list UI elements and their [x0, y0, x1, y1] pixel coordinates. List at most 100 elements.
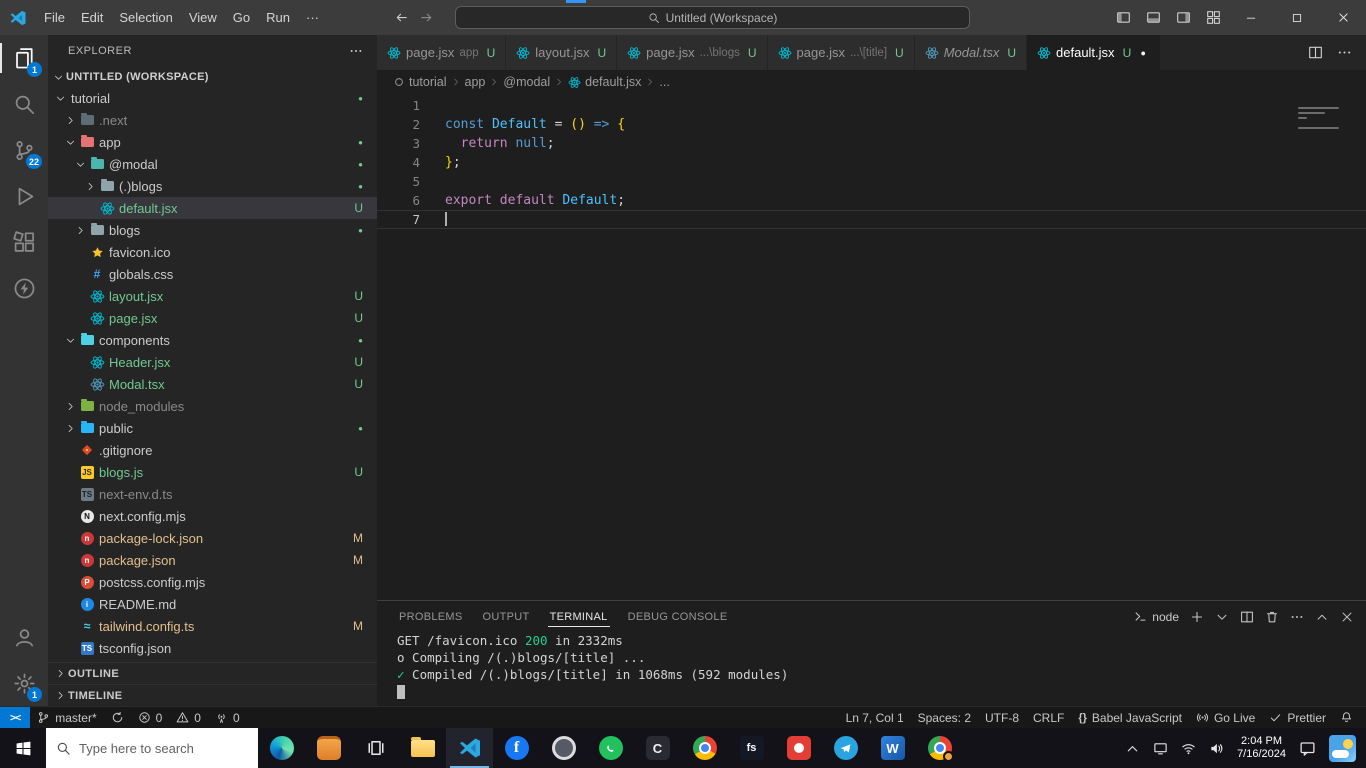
tree-item-tutorial[interactable]: tutorial ●: [48, 87, 377, 109]
status-cursor-position[interactable]: Ln 7, Col 1: [839, 707, 911, 728]
toggle-secondary-sidebar-icon[interactable]: [1168, 0, 1198, 35]
taskbar-app-word[interactable]: W: [869, 728, 916, 768]
status-go-live[interactable]: Go Live: [1189, 707, 1262, 728]
toggle-panel-icon[interactable]: [1138, 0, 1168, 35]
taskbar-app-task-view[interactable]: [352, 728, 399, 768]
activity-extensions-icon[interactable]: [0, 219, 48, 265]
tab-page-jsx-app[interactable]: page.jsx app U: [377, 35, 507, 70]
taskbar-app-vscode[interactable]: [446, 728, 493, 768]
tray-monitor-icon[interactable]: [1153, 741, 1168, 756]
terminal-dropdown-icon[interactable]: [1215, 610, 1229, 624]
tree-item-next-env-d-ts[interactable]: TS next-env.d.ts: [48, 483, 377, 505]
status-git-branch[interactable]: master*: [30, 707, 103, 728]
menu-file[interactable]: File: [36, 7, 73, 28]
terminal-output[interactable]: GET /favicon.ico 200 in 2332ms o Compilin…: [377, 632, 1366, 706]
taskbar-app-file-explorer[interactable]: [399, 728, 446, 768]
breadcrumb-item-tutorial[interactable]: tutorial: [409, 75, 447, 89]
tree-item-tsconfig-json[interactable]: TS tsconfig.json: [48, 637, 377, 659]
tray-chevron-up-icon[interactable]: [1125, 741, 1140, 756]
taskbar-app-edge[interactable]: [258, 728, 305, 768]
activity-search-icon[interactable]: [0, 81, 48, 127]
tree-item-page-jsx[interactable]: page.jsx U: [48, 307, 377, 329]
menu-edit[interactable]: Edit: [73, 7, 111, 28]
breadcrumb-item-modal[interactable]: @modal: [503, 75, 550, 89]
panel-more-actions-icon[interactable]: [1290, 610, 1304, 624]
activity-thunder-client-icon[interactable]: [0, 265, 48, 311]
menu-go[interactable]: Go: [225, 7, 258, 28]
tab-page-jsx-blogs[interactable]: page.jsx ...\blogs U: [617, 35, 768, 70]
status-ports[interactable]: 0: [208, 707, 247, 728]
taskbar-clock[interactable]: 2:04 PM 7/16/2024: [1237, 735, 1286, 761]
workspace-section-header[interactable]: UNTITLED (WORKSPACE): [48, 67, 377, 87]
more-actions-icon[interactable]: [349, 44, 363, 58]
code-line-6[interactable]: 6 export default Default;: [377, 191, 1366, 210]
activity-source-control-icon[interactable]: 22: [0, 127, 48, 173]
taskbar-app-browser[interactable]: [540, 728, 587, 768]
tab-page-jsx-title[interactable]: page.jsx ...\[title] U: [767, 35, 915, 70]
tree-item-components[interactable]: components ●: [48, 329, 377, 351]
tree-item-modal[interactable]: @modal ●: [48, 153, 377, 175]
tree-item-gitignore[interactable]: .gitignore: [48, 439, 377, 461]
code-line-2[interactable]: 2 const Default = () => {: [377, 115, 1366, 134]
breadcrumb-item-default-jsx[interactable]: default.jsx: [568, 75, 641, 89]
code-line-5[interactable]: 5: [377, 172, 1366, 191]
minimap[interactable]: [1298, 102, 1354, 134]
status-notifications[interactable]: [1333, 707, 1360, 728]
customize-layout-icon[interactable]: [1198, 0, 1228, 35]
tree-item-blogs[interactable]: blogs ●: [48, 219, 377, 241]
breadcrumb-item-app[interactable]: app: [465, 75, 486, 89]
forward-icon[interactable]: [419, 10, 434, 25]
taskbar-app-whatsapp[interactable]: [587, 728, 634, 768]
tree-item-header-jsx[interactable]: Header.jsx U: [48, 351, 377, 373]
tree-item-readme-md[interactable]: i README.md: [48, 593, 377, 615]
tab-modal-tsx[interactable]: Modal.tsx U: [914, 35, 1028, 70]
tab-default-jsx[interactable]: default.jsx U ●: [1027, 35, 1162, 70]
split-terminal-icon[interactable]: [1240, 610, 1254, 624]
tree-item-package-lock-json[interactable]: n package-lock.json M: [48, 527, 377, 549]
code-line-4[interactable]: 4};: [377, 153, 1366, 172]
activity-settings-icon[interactable]: 1: [0, 660, 48, 706]
start-button-icon[interactable]: [0, 728, 46, 768]
tree-item-favicon-ico[interactable]: favicon.ico: [48, 241, 377, 263]
tray-volume-icon[interactable]: [1209, 741, 1224, 756]
outline-section[interactable]: OUTLINE: [48, 662, 377, 684]
back-icon[interactable]: [394, 10, 409, 25]
taskbar-search-input[interactable]: Type here to search: [46, 728, 258, 768]
breadcrumb-item-ellipsis[interactable]: ...: [659, 75, 669, 89]
toggle-primary-sidebar-icon[interactable]: [1108, 0, 1138, 35]
tree-item-blogs[interactable]: (.)blogs ●: [48, 175, 377, 197]
weather-widget-icon[interactable]: [1329, 734, 1356, 762]
activity-run-and-debug-icon[interactable]: [0, 173, 48, 219]
notification-center-icon[interactable]: [1299, 740, 1316, 757]
tree-item-next-config-mjs[interactable]: Nnext.config.mjs: [48, 505, 377, 527]
status-errors[interactable]: 0: [131, 707, 170, 728]
tree-item-blogs-js[interactable]: JS blogs.js U: [48, 461, 377, 483]
panel-tab-output[interactable]: OUTPUT: [473, 601, 540, 632]
close-button[interactable]: [1320, 0, 1366, 35]
status-eol[interactable]: CRLF: [1026, 707, 1071, 728]
status-language-mode[interactable]: {} Babel JavaScript: [1071, 707, 1189, 728]
new-terminal-icon[interactable]: [1190, 610, 1204, 624]
taskbar-app-fs[interactable]: fs: [728, 728, 775, 768]
minimize-button[interactable]: [1228, 0, 1274, 35]
status-remote-indicator[interactable]: ><: [0, 707, 31, 728]
code-line-1[interactable]: 1: [377, 96, 1366, 115]
maximize-button[interactable]: [1274, 0, 1320, 35]
tree-item-layout-jsx[interactable]: layout.jsx U: [48, 285, 377, 307]
tree-item-modal-tsx[interactable]: Modal.tsx U: [48, 373, 377, 395]
status-warnings[interactable]: 0: [169, 707, 208, 728]
taskbar-app-red-app[interactable]: [775, 728, 822, 768]
panel-tab-terminal[interactable]: TERMINAL: [540, 601, 618, 632]
taskbar-app-chrome-profile[interactable]: [916, 728, 963, 768]
tree-item-default-jsx[interactable]: default.jsx U: [48, 197, 377, 219]
tree-item-app[interactable]: app ●: [48, 131, 377, 153]
taskbar-app-chrome[interactable]: [681, 728, 728, 768]
tray-wifi-icon[interactable]: [1181, 741, 1196, 756]
tree-item-tailwind-config-ts[interactable]: ≈ tailwind.config.ts M: [48, 615, 377, 637]
tree-item-node-modules[interactable]: node_modules: [48, 395, 377, 417]
command-center-search[interactable]: Untitled (Workspace): [455, 6, 970, 29]
activity-explorer-icon[interactable]: 1: [0, 35, 48, 81]
taskbar-app-backpack[interactable]: [305, 728, 352, 768]
taskbar-app-telegram[interactable]: [822, 728, 869, 768]
tab-layout-jsx[interactable]: layout.jsx U: [506, 35, 618, 70]
